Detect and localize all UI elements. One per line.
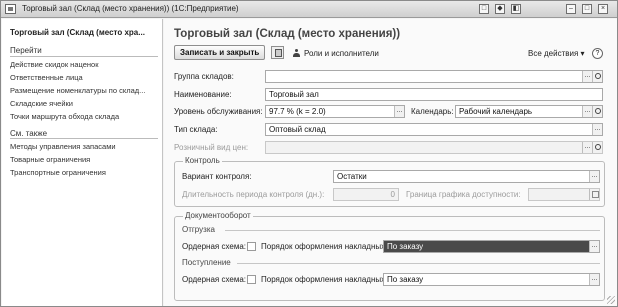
docflow-group: Документооборот Отгрузка Ордерная схема:… xyxy=(174,211,605,301)
select-button[interactable] xyxy=(592,124,602,135)
receipt-order-checkbox[interactable] xyxy=(247,275,256,284)
price-type-field xyxy=(265,141,603,154)
all-actions-menu[interactable]: Все действия ▾ xyxy=(528,49,585,58)
select-button[interactable] xyxy=(589,171,599,182)
select-button[interactable] xyxy=(582,71,592,82)
save-icon[interactable] xyxy=(271,46,284,59)
nav-item-placement[interactable]: Размещение номенклатуры по склад... xyxy=(10,86,158,95)
shipment-header: Отгрузка xyxy=(182,225,215,234)
title-bar: Торговый зал (Склад (место хранения)) (1… xyxy=(1,1,617,18)
control-variant-field[interactable]: Остатки xyxy=(333,170,600,183)
roles-button[interactable]: Роли и исполнители xyxy=(304,49,379,58)
maximize-button[interactable]: □ xyxy=(582,4,592,14)
calendar-field[interactable]: Рабочий календарь xyxy=(455,105,603,118)
nav-divider xyxy=(10,56,158,57)
receipt-proc-field[interactable]: По заказу xyxy=(383,273,600,286)
window-title: Торговый зал (Склад (место хранения)) (1… xyxy=(22,4,239,13)
nav-item-goods-limits[interactable]: Товарные ограничения xyxy=(10,155,158,164)
nav-item-transport-limits[interactable]: Транспортные ограничения xyxy=(10,168,158,177)
doc-icon-button[interactable]: □ xyxy=(479,4,489,14)
price-type-label: Розничный вид цен: xyxy=(174,143,249,152)
receipt-divider xyxy=(237,263,600,264)
service-level-label: Уровень обслуживания: xyxy=(174,107,263,116)
control-period-label: Длительность периода контроля (дн.): xyxy=(182,190,325,199)
nav-item-cells[interactable]: Складские ячейки xyxy=(10,99,158,108)
nav-item-route-points[interactable]: Точки маршрута обхода склада xyxy=(10,112,158,121)
search-icon[interactable] xyxy=(592,106,602,117)
select-button[interactable] xyxy=(394,106,404,117)
warehouse-type-field[interactable]: Оптовый склад xyxy=(265,123,603,136)
shipment-order-checkbox[interactable] xyxy=(247,242,256,251)
control-group: Контроль Вариант контроля: Остатки Длите… xyxy=(174,156,605,207)
receipt-header: Поступление xyxy=(182,258,231,267)
select-button[interactable] xyxy=(589,241,599,252)
shipment-divider xyxy=(225,230,600,231)
nav-item-discounts[interactable]: Действие скидок наценок xyxy=(10,60,158,69)
control-period-field: 0 xyxy=(333,188,399,201)
shipment-order-label: Ордерная схема: xyxy=(182,242,247,251)
availability-border-label: Граница графика доступности: xyxy=(406,190,521,199)
availability-border-field xyxy=(528,188,600,201)
search-icon xyxy=(592,142,602,153)
select-button xyxy=(582,142,592,153)
name-label: Наименование: xyxy=(174,90,232,99)
link-icon-button[interactable]: ◧ xyxy=(511,4,521,14)
nav-divider xyxy=(10,138,158,139)
nav-see-also-header: См. также xyxy=(10,129,48,138)
group-field[interactable] xyxy=(265,70,603,83)
control-group-title: Контроль xyxy=(183,156,222,165)
roles-icon xyxy=(293,49,300,58)
receipt-order-label: Ордерная схема: xyxy=(182,275,247,284)
nav-title: Торговый зал (Склад (место хра... xyxy=(10,28,145,37)
nav-item-stock-methods[interactable]: Методы управления запасами xyxy=(10,142,158,151)
help-icon[interactable]: ? xyxy=(592,48,603,59)
calendar-label: Календарь: xyxy=(411,107,454,116)
calendar-icon xyxy=(589,189,599,200)
warehouse-type-label: Тип склада: xyxy=(174,125,218,134)
navigation-panel: Торговый зал (Склад (место хра... Перейт… xyxy=(2,19,163,306)
select-button[interactable] xyxy=(582,106,592,117)
select-button[interactable] xyxy=(589,274,599,285)
app-window: Торговый зал (Склад (место хранения)) (1… xyxy=(0,0,618,307)
search-icon[interactable] xyxy=(592,71,602,82)
resize-grip[interactable] xyxy=(607,296,615,304)
save-close-button[interactable]: Записать и закрыть xyxy=(174,45,266,60)
page-title: Торговый зал (Склад (место хранения)) xyxy=(174,28,401,40)
service-level-field[interactable]: 97.7 % (k = 2.0) xyxy=(265,105,405,118)
form-area: Торговый зал (Склад (место хранения)) За… xyxy=(164,19,617,306)
receipt-proc-label: Порядок оформления накладных: xyxy=(261,275,388,284)
star-icon-button[interactable]: ◆ xyxy=(495,4,505,14)
group-label: Группа складов: xyxy=(174,72,234,81)
close-button[interactable]: × xyxy=(598,4,608,14)
app-icon xyxy=(5,4,16,14)
nav-item-responsible[interactable]: Ответственные лица xyxy=(10,73,158,82)
name-field[interactable]: Торговый зал xyxy=(265,88,603,101)
minimize-button[interactable]: – xyxy=(566,4,576,14)
nav-goto-header: Перейти xyxy=(10,46,42,55)
shipment-proc-field[interactable]: По заказу xyxy=(383,240,600,253)
control-variant-label: Вариант контроля: xyxy=(182,172,252,181)
shipment-proc-label: Порядок оформления накладных: xyxy=(261,242,388,251)
docflow-group-title: Документооборот xyxy=(183,211,253,220)
